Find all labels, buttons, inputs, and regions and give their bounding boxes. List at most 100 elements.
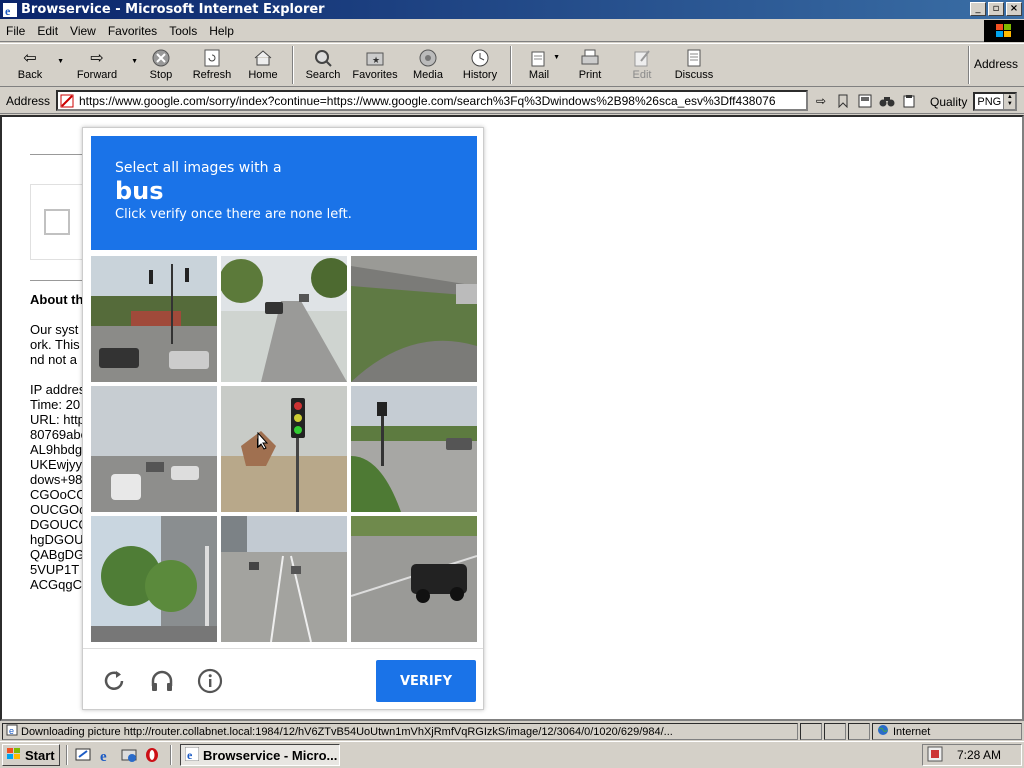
- captcha-tile-4[interactable]: [91, 386, 217, 512]
- media-button[interactable]: Media: [402, 44, 454, 86]
- discuss-button[interactable]: Discuss: [666, 44, 722, 86]
- request-info-line: DGOUCC: [30, 517, 88, 532]
- captcha-tile-1[interactable]: [91, 256, 217, 382]
- favorites-icon: ★: [363, 47, 387, 69]
- back-dropdown-icon[interactable]: ▼: [57, 58, 64, 65]
- captcha-tile-2[interactable]: [221, 256, 347, 382]
- captcha-instruction: Select all images with a: [115, 160, 282, 176]
- page-content: About th Our syst ork. This nd not a IP …: [0, 115, 1024, 721]
- toolbar-separator: [968, 46, 970, 84]
- go-arrow-icon[interactable]: ⇨: [812, 92, 830, 110]
- request-info-line: dows+98: [30, 472, 83, 487]
- mail-icon: [527, 47, 551, 69]
- menu-edit[interactable]: Edit: [31, 24, 64, 38]
- menu-view[interactable]: View: [64, 24, 102, 38]
- address-url: https://www.google.com/sorry/index?conti…: [79, 93, 776, 108]
- menu-help[interactable]: Help: [203, 24, 240, 38]
- body-text-line: Our syst: [30, 322, 79, 337]
- quality-select[interactable]: PNG ▲ ▼: [973, 92, 1018, 111]
- clock[interactable]: 7:28 AM: [957, 748, 1001, 762]
- history-button[interactable]: History: [454, 44, 506, 86]
- find-binoculars-icon[interactable]: [878, 92, 896, 110]
- stop-button[interactable]: Stop: [136, 44, 186, 86]
- edit-icon: [630, 47, 654, 69]
- captcha-image-grid: [91, 256, 477, 642]
- history-icon: [468, 47, 492, 69]
- forward-arrow-icon: ⇨: [90, 50, 104, 67]
- search-icon: [311, 47, 335, 69]
- start-button[interactable]: Start: [2, 744, 60, 766]
- verify-button[interactable]: VERIFY: [376, 660, 476, 702]
- address-label: Address: [6, 93, 51, 108]
- mouse-cursor-icon: [257, 432, 269, 450]
- taskbar-window-browservice[interactable]: e Browservice - Micro...: [180, 744, 340, 766]
- body-text-line: ork. This: [30, 337, 80, 352]
- bookmark-icon[interactable]: [834, 92, 852, 110]
- info-icon[interactable]: [196, 667, 224, 695]
- opera-quicklaunch-icon[interactable]: [143, 746, 161, 764]
- ie-quicklaunch-icon[interactable]: e: [97, 746, 115, 764]
- stop-icon: [149, 47, 173, 69]
- captcha-tile-9[interactable]: [351, 516, 477, 642]
- request-info-line: 5VUP1T: [30, 562, 80, 577]
- windows-flag-icon: [6, 747, 22, 764]
- globe-icon: [877, 724, 889, 739]
- svg-text:e: e: [5, 4, 11, 17]
- menu-file[interactable]: File: [0, 24, 31, 38]
- quality-spinner-icon[interactable]: ▲ ▼: [1003, 94, 1016, 109]
- request-info-line: URL: http: [30, 412, 85, 427]
- toolbar-separator: [292, 46, 294, 84]
- network-tray-icon[interactable]: [927, 746, 943, 765]
- svg-text:e: e: [100, 749, 107, 763]
- view-icon[interactable]: [856, 92, 874, 110]
- print-button[interactable]: Print: [562, 44, 618, 86]
- divider: [30, 280, 82, 281]
- menu-bar: File Edit View Favorites Tools Help: [0, 20, 1024, 42]
- taskbar-separator: [170, 745, 172, 765]
- title-bar: e Browservice - Microsoft Internet Explo…: [0, 0, 1024, 19]
- svg-text:e: e: [9, 726, 14, 736]
- outlook-quicklaunch-icon[interactable]: [120, 746, 138, 764]
- captcha-tile-7[interactable]: [91, 516, 217, 642]
- captcha-tile-6[interactable]: [351, 386, 477, 512]
- about-heading: About th: [30, 292, 84, 307]
- status-cell: [800, 723, 822, 740]
- reload-icon[interactable]: [100, 667, 128, 695]
- captcha-tile-3[interactable]: [351, 256, 477, 382]
- search-button[interactable]: Search: [298, 44, 348, 86]
- status-bar: e Downloading picture http://router.coll…: [0, 722, 1024, 740]
- menu-tools[interactable]: Tools: [163, 24, 203, 38]
- forward-button[interactable]: ⇨ Forward ▼: [64, 44, 138, 86]
- refresh-button[interactable]: Refresh: [186, 44, 238, 86]
- back-button[interactable]: ⇦ Back ▼: [4, 44, 64, 86]
- taskbar-separator: [66, 745, 68, 765]
- home-button[interactable]: Home: [238, 44, 288, 86]
- mail-dropdown-icon[interactable]: ▼: [553, 54, 560, 61]
- clipboard-icon[interactable]: [900, 92, 918, 110]
- request-info-line: ACGqgC: [30, 577, 83, 592]
- divider: [30, 154, 82, 155]
- recaptcha-checkbox[interactable]: [44, 209, 70, 235]
- address-bar: Address https://www.google.com/sorry/ind…: [0, 88, 1024, 114]
- menu-favorites[interactable]: Favorites: [102, 24, 163, 38]
- request-info-line: hgDGOU: [30, 532, 84, 547]
- address-input[interactable]: https://www.google.com/sorry/index?conti…: [56, 90, 808, 111]
- status-cell: [848, 723, 870, 740]
- favorites-button[interactable]: ★ Favorites: [348, 44, 402, 86]
- headphones-icon[interactable]: [148, 667, 176, 695]
- svg-text:e: e: [187, 748, 193, 761]
- security-zone: Internet: [872, 723, 1022, 740]
- show-desktop-icon[interactable]: [74, 746, 92, 764]
- standard-toolbar: ⇦ Back ▼ ⇨ Forward ▼ Stop Refresh Home S…: [0, 43, 1024, 87]
- captcha-tile-8[interactable]: [221, 516, 347, 642]
- request-info-line: OUCGOo: [30, 502, 87, 517]
- address-toolbar-label[interactable]: Address: [974, 57, 1018, 71]
- mail-button[interactable]: Mail ▼: [516, 44, 562, 86]
- captcha-hint: Click verify once there are none left.: [115, 207, 352, 222]
- minimize-button[interactable]: _: [970, 2, 986, 16]
- taskbar: Start e e Browservice - Micro... 7:28 AM: [0, 741, 1024, 768]
- close-button[interactable]: ×: [1006, 2, 1022, 16]
- captcha-tile-5[interactable]: [221, 386, 347, 512]
- toolbar-separator: [510, 46, 512, 84]
- restore-button[interactable]: ▫: [988, 2, 1004, 16]
